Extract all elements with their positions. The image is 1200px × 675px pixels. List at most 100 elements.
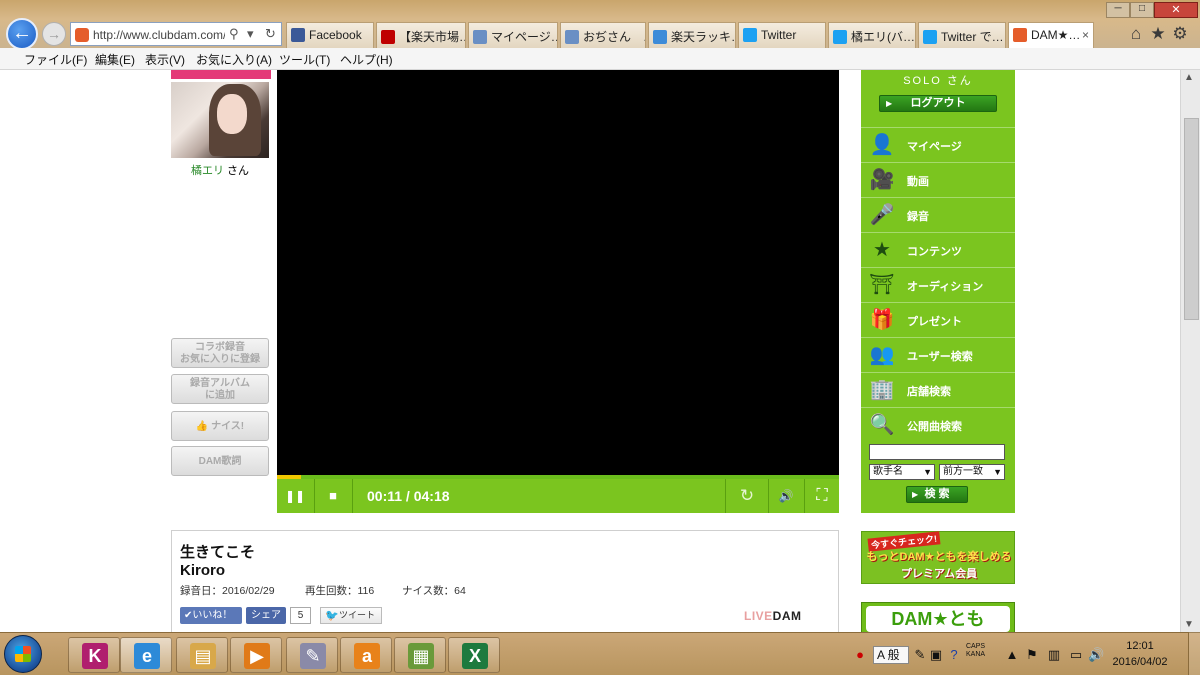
browser-tab[interactable]: 楽天ラッキ… <box>648 22 736 48</box>
menu-item[interactable]: お気に入り(A) <box>196 51 272 68</box>
home-icon[interactable]: ⌂ <box>1126 24 1146 44</box>
menu-bar: ファイル(F) 編集(E) 表示(V) お気に入り(A) ツール(T) ヘルプ(H) <box>0 48 1200 70</box>
close-tab-icon[interactable]: × <box>1082 28 1089 42</box>
notification-icon[interactable]: ● <box>852 647 868 663</box>
twitter-bird-icon: 🐦 <box>325 610 339 622</box>
maximize-button[interactable]: □ <box>1130 2 1154 18</box>
display-icon[interactable]: ▭ <box>1068 647 1084 663</box>
video-player[interactable] <box>277 70 839 478</box>
taskbar-amazon[interactable]: a <box>340 637 392 673</box>
rank-banner <box>171 70 271 79</box>
username-link[interactable]: 橘エリ <box>191 165 224 177</box>
stop-icon[interactable]: ■ <box>315 479 351 513</box>
logout-button[interactable]: ▶ ログアウト <box>879 95 997 112</box>
pause-icon[interactable]: ❚❚ <box>277 479 313 513</box>
start-button[interactable] <box>4 635 42 673</box>
twitter-icon <box>743 28 757 42</box>
speaker-icon[interactable]: 🔊 <box>1088 647 1104 663</box>
menu-item[interactable]: ヘルプ(H) <box>340 51 393 68</box>
refresh-icon[interactable]: ↻ <box>265 26 276 42</box>
taskbar-excel[interactable]: X <box>448 637 500 673</box>
close-window-button[interactable]: ✕ <box>1154 2 1198 18</box>
action-center-icon[interactable]: ⚑ <box>1024 647 1040 663</box>
nav-username: SOLO さん <box>903 75 973 87</box>
browser-tab[interactable]: Facebook <box>286 22 374 48</box>
volume-icon[interactable]: 🔊 <box>771 479 801 513</box>
scroll-thumb[interactable] <box>1184 118 1199 320</box>
tweet-button[interactable]: 🐦 ツイート <box>320 607 382 624</box>
tab-label: 橘エリ(バ… <box>851 30 915 44</box>
show-desktop-button[interactable] <box>1188 632 1200 675</box>
dam-lyrics-button[interactable]: DAM歌詞 <box>171 446 269 476</box>
menu-item[interactable]: 編集(E) <box>95 51 135 68</box>
nav-item[interactable]: 👥 ユーザー検索 <box>861 337 1015 372</box>
taskbar-folder[interactable]: ▦ <box>394 637 446 673</box>
taskbar-paint[interactable]: ✎ <box>286 637 338 673</box>
taskbar-explorer[interactable]: ▤ <box>176 637 228 673</box>
browser-tab[interactable]: Twitter <box>738 22 826 48</box>
nav-item[interactable]: 🎥 動画 <box>861 162 1015 197</box>
back-button[interactable]: ← <box>6 18 38 50</box>
nice-button[interactable]: 👍 ナイス! <box>171 411 269 441</box>
minimize-button[interactable]: ─ <box>1106 2 1130 18</box>
taskbar-kindle[interactable]: K <box>68 637 120 673</box>
forward-button[interactable]: → <box>42 22 66 46</box>
repeat-icon[interactable]: ↻ <box>733 479 761 513</box>
favorites-star-icon[interactable]: ★ <box>1148 24 1168 44</box>
clock-date[interactable]: 2016/04/02 <box>1110 656 1170 668</box>
add-to-album-button[interactable]: 録音アルバム に追加 <box>171 374 269 404</box>
browser-tab[interactable]: Twitter で… <box>918 22 1006 48</box>
folder-icon: ▦ <box>408 643 434 669</box>
show-hidden-icons[interactable]: ▲ <box>1004 647 1020 663</box>
tab-label: マイページ… <box>491 30 558 44</box>
nav-item-label: 公開曲検索 <box>907 421 962 433</box>
collab-favorite-button[interactable]: コラボ録音 お気に入りに登録 <box>171 338 269 368</box>
windows-logo-icon <box>15 646 31 662</box>
ime-pad-icon[interactable]: ✎ <box>912 647 928 663</box>
facebook-share-button[interactable]: シェア <box>246 607 286 624</box>
dropdown-icon[interactable]: ▾ <box>247 26 254 42</box>
menu-item[interactable]: ツール(T) <box>279 51 330 68</box>
taskbar-ie[interactable]: e <box>120 637 172 673</box>
address-bar[interactable]: http://www.clubdam.com/a ⚲ ▾ ↻ <box>70 22 282 46</box>
menu-item[interactable]: 表示(V) <box>145 51 185 68</box>
settings-gear-icon[interactable]: ⚙ <box>1170 24 1190 44</box>
nav-item[interactable]: 🎤 録音 <box>861 197 1015 232</box>
facebook-icon <box>291 28 305 42</box>
nav-item[interactable]: ⛩ オーディション <box>861 267 1015 302</box>
ime-tools-icon[interactable]: ▣ <box>928 647 944 663</box>
damtomo-banner[interactable]: DAM★とも <box>861 602 1015 632</box>
clock-time[interactable]: 12:01 <box>1110 640 1170 652</box>
nav-item[interactable]: 🏢 店舗検索 <box>861 372 1015 407</box>
menu-item[interactable]: ファイル(F) <box>24 51 87 68</box>
facebook-like-button[interactable]: ✔いいね！ <box>180 607 242 624</box>
browser-tab[interactable]: マイページ… <box>468 22 558 48</box>
chevron-down-icon: ▼ <box>993 467 1002 477</box>
search-field-select[interactable]: 歌手名 ▼ <box>869 464 935 480</box>
song-title: 生きてこそ <box>180 544 256 561</box>
nav-item[interactable]: 🔍 公開曲検索 <box>861 407 1015 442</box>
browser-tab[interactable]: 【楽天市場… <box>376 22 466 48</box>
taskbar-media-player[interactable]: ▶ <box>230 637 282 673</box>
twitter-icon <box>923 30 937 44</box>
building-icon: 🏢 <box>869 379 895 401</box>
network-icon[interactable]: ▥ <box>1046 647 1062 663</box>
nav-item[interactable]: 👤 マイページ <box>861 127 1015 162</box>
search-icon[interactable]: ⚲ <box>229 26 239 42</box>
page-icon <box>473 30 487 44</box>
browser-tab[interactable]: 橘エリ(バ… <box>828 22 916 48</box>
search-button[interactable]: ▶ 検 索 <box>906 486 968 503</box>
help-icon[interactable]: ? <box>946 647 962 663</box>
nav-item[interactable]: ★ コンテンツ <box>861 232 1015 267</box>
fullscreen-icon[interactable]: ⛶ <box>807 479 837 513</box>
ime-indicator[interactable]: A 般 <box>873 646 909 664</box>
user-avatar[interactable] <box>171 82 269 158</box>
vertical-scrollbar[interactable]: ▲ ▼ <box>1180 70 1200 632</box>
song-search-input[interactable] <box>869 444 1005 460</box>
premium-promo-banner[interactable]: 今すぐチェック! もっとDAM★ともを楽しめる プレミアム会員 <box>861 531 1015 584</box>
search-match-select[interactable]: 前方一致 ▼ <box>939 464 1005 480</box>
address-url[interactable]: http://www.clubdam.com/a <box>93 28 225 42</box>
browser-tab[interactable]: DAM★… × <box>1008 22 1094 48</box>
browser-tab[interactable]: おぢさん … <box>560 22 646 48</box>
nav-item[interactable]: 🎁 プレゼント <box>861 302 1015 337</box>
